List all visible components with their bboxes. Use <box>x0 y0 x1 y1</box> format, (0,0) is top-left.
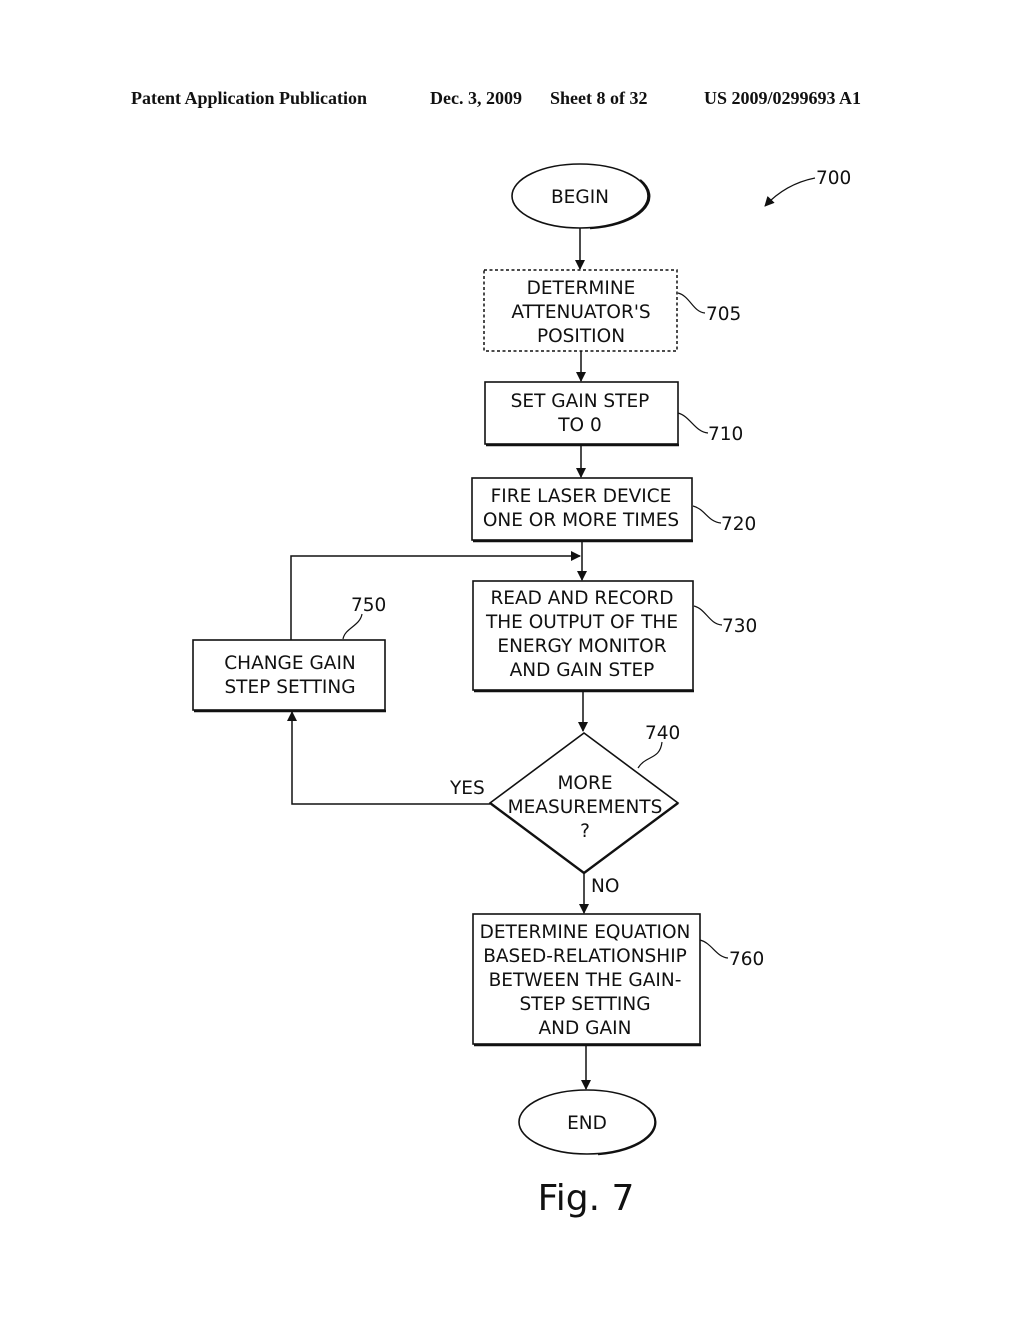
step-760-line-1: DETERMINE EQUATION <box>480 922 691 943</box>
step-710-box: SET GAIN STEP TO 0 <box>484 381 679 447</box>
step-730-leader <box>693 605 723 626</box>
step-730-line-4: AND GAIN STEP <box>510 660 655 681</box>
step-760-line-2: BASED-RELATIONSHIP <box>483 946 687 967</box>
step-760-leader <box>699 939 729 959</box>
step-750-line-1: CHANGE GAIN <box>224 653 356 674</box>
step-720-line-1: FIRE LASER DEVICE <box>491 486 672 507</box>
decision-740-line-1: MORE <box>557 773 612 794</box>
end-terminal: END <box>518 1089 657 1156</box>
figure-ref-700: 700 <box>764 168 851 207</box>
step-705-line-1: DETERMINE <box>527 278 636 299</box>
figure-ref-label: 700 <box>816 168 851 189</box>
decision-740-line-2: MEASUREMENTS <box>508 797 663 818</box>
step-705-box: DETERMINE ATTENUATOR'S POSITION <box>483 269 678 352</box>
step-730-line-3: ENERGY MONITOR <box>497 636 666 657</box>
begin-terminal: BEGIN <box>511 163 651 230</box>
step-710-line-2: TO 0 <box>557 415 602 436</box>
step-750-leader <box>342 613 363 640</box>
step-705-leader <box>677 292 706 314</box>
no-label: NO <box>591 876 619 897</box>
flowchart: 700 BEGIN DETERMINE ATTENUATOR'S POSITIO… <box>192 163 851 1219</box>
step-720-leader <box>692 505 722 524</box>
step-705-line-2: ATTENUATOR'S <box>511 302 650 323</box>
end-label: END <box>567 1113 607 1134</box>
step-760-box: DETERMINE EQUATION BASED-RELATIONSHIP BE… <box>472 913 701 1047</box>
decision-740-leader <box>637 741 663 769</box>
figure-ref-arrow <box>764 177 816 207</box>
step-760-line-3: BETWEEN THE GAIN- <box>489 970 682 991</box>
begin-label: BEGIN <box>551 187 609 208</box>
step-760-line-4: STEP SETTING <box>519 994 650 1015</box>
step-730-ref: 730 <box>722 616 757 637</box>
step-750-ref: 750 <box>351 595 386 616</box>
step-720-ref: 720 <box>721 514 756 535</box>
step-750-line-2: STEP SETTING <box>224 677 355 698</box>
step-720-box: FIRE LASER DEVICE ONE OR MORE TIMES <box>471 477 693 543</box>
step-705-line-3: POSITION <box>537 326 625 347</box>
figure-caption: Fig. 7 <box>538 1178 635 1219</box>
step-730-line-2: THE OUTPUT OF THE <box>485 612 678 633</box>
step-705-ref: 705 <box>706 304 741 325</box>
step-710-ref: 710 <box>708 424 743 445</box>
yes-label: YES <box>449 778 485 799</box>
step-710-line-1: SET GAIN STEP <box>511 391 650 412</box>
step-760-line-5: AND GAIN <box>539 1018 632 1039</box>
step-710-leader <box>677 412 709 434</box>
decision-740-ref: 740 <box>645 723 680 744</box>
step-720-line-2: ONE OR MORE TIMES <box>483 510 679 531</box>
decision-740-line-3: ? <box>580 821 590 842</box>
step-730-line-1: READ AND RECORD <box>490 588 673 609</box>
step-730-box: READ AND RECORD THE OUTPUT OF THE ENERGY… <box>472 580 694 693</box>
decision-740: MORE MEASUREMENTS ? <box>488 732 680 875</box>
step-760-ref: 760 <box>729 949 764 970</box>
step-750-box: CHANGE GAIN STEP SETTING <box>192 639 386 713</box>
